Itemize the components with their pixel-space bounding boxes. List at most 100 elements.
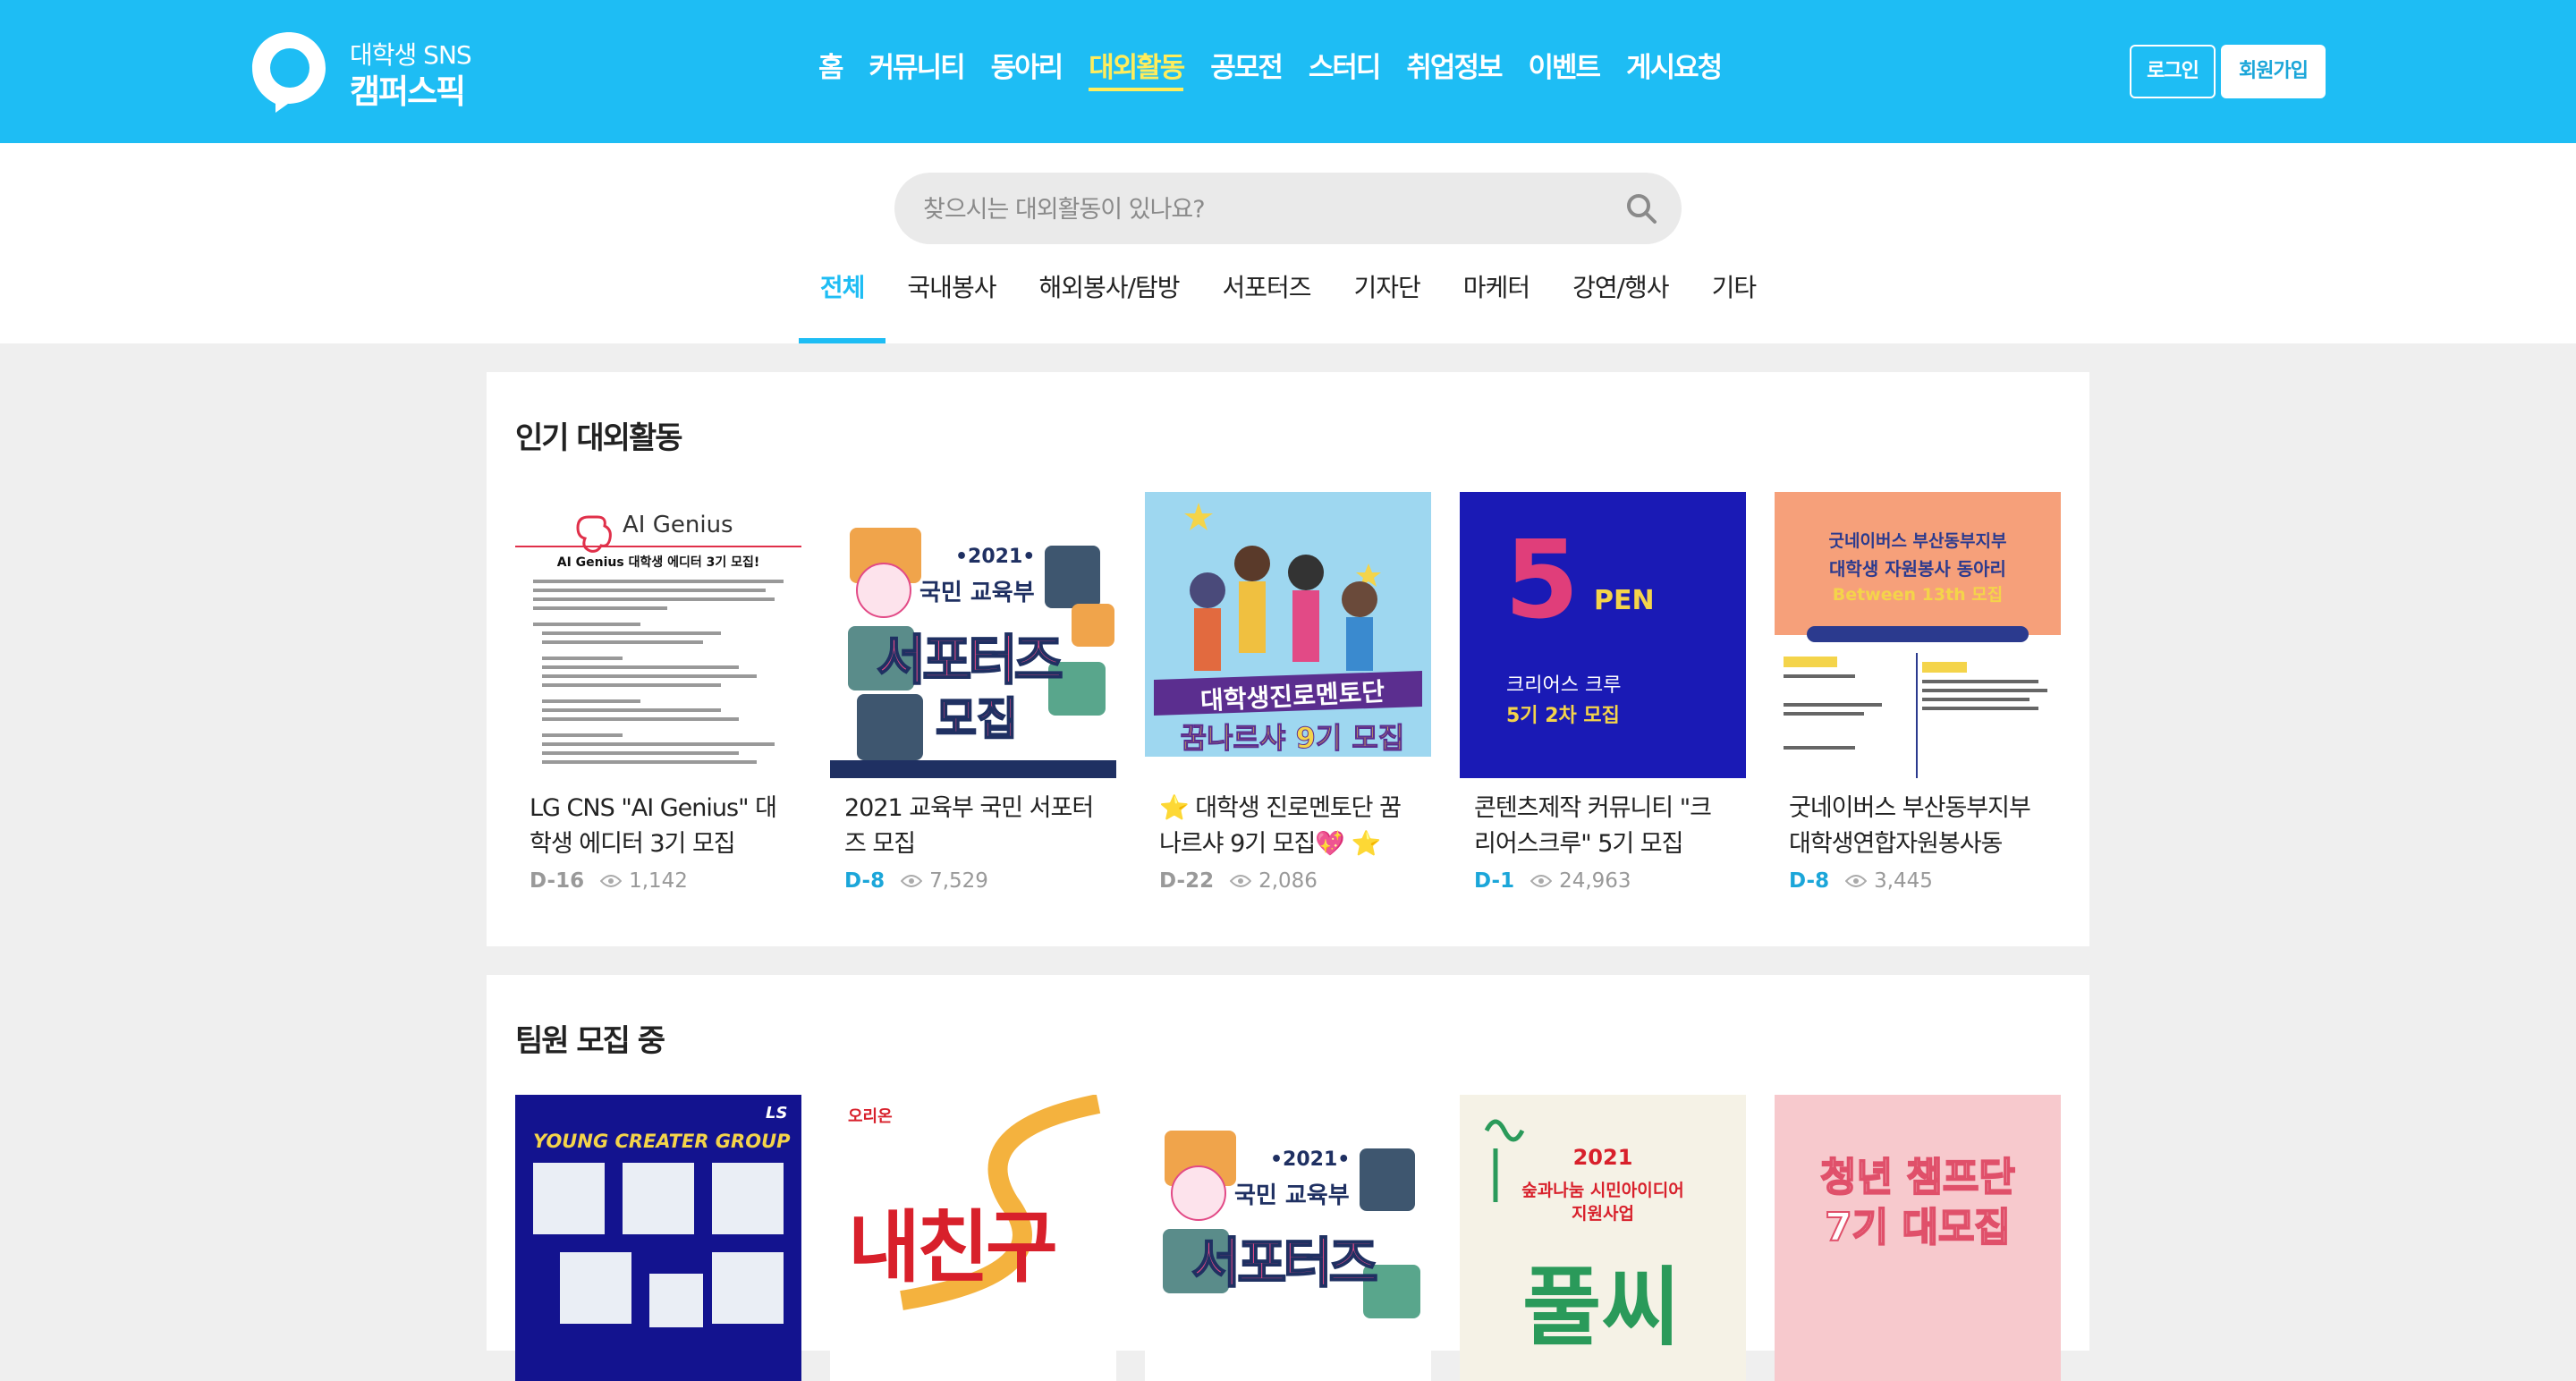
view-count-value: 2,086 [1258, 869, 1318, 893]
activity-card[interactable]: YOUNG CREATER GROUP LS [515, 1095, 801, 1381]
eye-icon [1230, 875, 1252, 887]
tab-overseas-volunteer[interactable]: 해외봉사/탐방 [1017, 250, 1200, 343]
poster-image: 굿네이버스 부산동부지부 대학생 자원봉사 동아리 Between 13th 모… [1775, 492, 2061, 778]
poster-subheading: 꿈나르샤 9기 모집 [1180, 721, 1405, 756]
dday-badge: D-16 [530, 869, 585, 893]
activity-card[interactable]: •2021• 국민 교육부 서포터즈 모집 2021 교육부 국민 서포터즈 모… [830, 492, 1116, 893]
poster-image: 오리온 내친구 [830, 1095, 1116, 1381]
nav-item-jobs[interactable]: 취업정보 [1393, 43, 1514, 93]
tab-supporters[interactable]: 서포터즈 [1200, 250, 1332, 343]
poster-subheading: PEN [1594, 585, 1655, 616]
tab-marketers[interactable]: 마케터 [1442, 250, 1551, 343]
activity-card[interactable]: 대학생진로멘토단 꿈나르샤 9기 모집 ⭐ 대학생 진로멘토단 꿈나르샤 9기 … [1145, 492, 1431, 893]
view-count: 1,142 [600, 869, 688, 893]
eye-icon [1845, 875, 1868, 887]
view-count: 2,086 [1230, 869, 1318, 893]
card-meta: D-22 2,086 [1145, 869, 1431, 893]
poster-heading: 서포터즈 [1191, 1232, 1379, 1296]
view-count-value: 1,142 [629, 869, 688, 893]
view-count-value: 7,529 [929, 869, 988, 893]
tab-reporters[interactable]: 기자단 [1333, 250, 1442, 343]
tab-lectures-events[interactable]: 강연/행사 [1551, 250, 1690, 343]
poster-image: YOUNG CREATER GROUP LS [515, 1095, 801, 1381]
campuspick-logo-icon[interactable] [249, 29, 329, 114]
poster-image: •2021• 국민 교육부 서포터즈 [1145, 1095, 1431, 1381]
search-bar [894, 173, 1682, 246]
search-icon[interactable] [1623, 191, 1659, 226]
card-title[interactable]: 콘텐츠제작 커뮤니티 "크리어스크루" 5기 모집 [1460, 791, 1746, 862]
activity-card[interactable]: 청년 챔프단 7기 대모집 [1775, 1095, 2061, 1381]
poster-line1: Between 13th 모집 [1832, 585, 2004, 605]
card-meta: D-8 3,445 [1775, 869, 2061, 893]
poster-heading: 굿네이버스 부산동부지부 [1828, 531, 2007, 551]
nav-item-contests[interactable]: 공모전 [1197, 43, 1295, 93]
activity-card[interactable]: 오리온 내친구 [830, 1095, 1116, 1381]
section-title: 팀원 모집 중 [515, 1023, 665, 1059]
poster-subheading: 오리온 [848, 1107, 893, 1126]
poster-subheading: 국민 교육부 [919, 580, 1035, 606]
tab-others[interactable]: 기타 [1690, 250, 1778, 343]
poster-heading: AI Genius [623, 512, 733, 538]
brand-name[interactable]: 캠퍼스픽 [350, 64, 466, 113]
nav-item-club[interactable]: 동아리 [978, 43, 1076, 93]
poster-image: 2021 숲과나눔 시민아이디어 지원사업 풀씨 [1460, 1095, 1746, 1381]
nav-item-post-request[interactable]: 게시요청 [1613, 43, 1734, 93]
view-count: 3,445 [1845, 869, 1933, 893]
poster-year: •2021• [1270, 1148, 1351, 1171]
dday-badge: D-8 [844, 869, 886, 893]
search-input[interactable] [921, 173, 1605, 246]
view-count: 24,963 [1530, 869, 1631, 893]
signup-button[interactable]: 회원가입 [2221, 45, 2326, 98]
tab-all[interactable]: 전체 [798, 250, 886, 343]
team-recruiting-panel: 팀원 모집 중 YOUNG CREATER GROUP LS 오리온 내친구 •… [487, 975, 2089, 1381]
popular-activities-panel: 인기 대외활동 AI Genius AI Genius 대학생 에디터 3기 모… [487, 372, 2089, 946]
poster-subheading: 대학생 자원봉사 동아리 [1829, 558, 2006, 580]
poster-subheading: LS [766, 1104, 788, 1123]
view-count-value: 24,963 [1559, 869, 1631, 893]
card-title[interactable]: LG CNS "AI Genius" 대학생 에디터 3기 모집 [515, 791, 801, 862]
section-title: 인기 대외활동 [515, 420, 683, 456]
nav-item-community[interactable]: 커뮤니티 [856, 43, 978, 93]
activity-card[interactable]: 굿네이버스 부산동부지부 대학생 자원봉사 동아리 Between 13th 모… [1775, 492, 2061, 893]
poster-line2: 지원사업 [1572, 1204, 1634, 1224]
top-header: 대학생 SNS 캠퍼스픽 홈 커뮤니티 동아리 대외활동 공모전 스터디 취업정… [0, 0, 2576, 143]
nav-item-events[interactable]: 이벤트 [1515, 43, 1614, 93]
poster-heading: 청년 챔프단 [1819, 1154, 2016, 1201]
card-meta: D-16 1,142 [515, 869, 801, 893]
activity-card[interactable]: •2021• 국민 교육부 서포터즈 [1145, 1095, 1431, 1381]
poster-line1: 숲과나눔 시민아이디어 [1521, 1181, 1684, 1200]
poster-heading: 풀씨 [1522, 1258, 1681, 1358]
activity-card[interactable]: AI Genius AI Genius 대학생 에디터 3기 모집! LG CN… [515, 492, 801, 893]
poster-year: •2021• [955, 546, 1036, 568]
category-tabs: 전체 국내봉사 해외봉사/탐방 서포터즈 기자단 마케터 강연/행사 기타 [0, 250, 2576, 343]
card-title[interactable]: 굿네이버스 부산동부지부 대학생연합자원봉사동아… [1775, 791, 2061, 862]
dday-badge: D-1 [1474, 869, 1515, 893]
poster-bottom: 모집 [935, 692, 1019, 746]
eye-icon [1530, 875, 1553, 887]
poster-image: •2021• 국민 교육부 서포터즈 모집 [830, 492, 1116, 778]
poster-heading: 5 [1504, 519, 1580, 643]
poster-subheading: 국민 교육부 [1234, 1182, 1350, 1209]
poster-line2: 5기 2차 모집 [1506, 705, 1620, 727]
nav-item-home[interactable]: 홈 [805, 43, 856, 93]
view-count: 7,529 [901, 869, 988, 893]
card-title[interactable]: 2021 교육부 국민 서포터즈 모집 [830, 791, 1116, 862]
login-button[interactable]: 로그인 [2130, 45, 2216, 98]
card-title[interactable]: ⭐ 대학생 진로멘토단 꿈나르샤 9기 모집💖 ⭐ [1145, 791, 1431, 862]
tab-domestic-volunteer[interactable]: 국내봉사 [886, 250, 1017, 343]
eye-icon [901, 875, 923, 887]
dday-badge: D-22 [1159, 869, 1215, 893]
poster-heading: 내친구 [848, 1201, 1058, 1293]
card-meta: D-8 7,529 [830, 869, 1116, 893]
card-meta: D-1 24,963 [1460, 869, 1746, 893]
poster-heading: YOUNG CREATER GROUP [533, 1131, 791, 1152]
nav-item-study[interactable]: 스터디 [1295, 43, 1394, 93]
poster-subheading: AI Genius 대학생 에디터 3기 모집! [556, 555, 760, 570]
nav-item-activities[interactable]: 대외활동 [1075, 43, 1197, 93]
activity-card[interactable]: 5 PEN 크리어스 크루 5기 2차 모집 콘텐츠제작 커뮤니티 "크리어스크… [1460, 492, 1746, 893]
activity-card[interactable]: 2021 숲과나눔 시민아이디어 지원사업 풀씨 [1460, 1095, 1746, 1381]
view-count-value: 3,445 [1874, 869, 1933, 893]
search-section: 전체 국내봉사 해외봉사/탐방 서포터즈 기자단 마케터 강연/행사 기타 [0, 143, 2576, 343]
poster-image: 대학생진로멘토단 꿈나르샤 9기 모집 [1145, 492, 1431, 778]
poster-subheading: 7기 대모집 [1824, 1204, 2012, 1251]
